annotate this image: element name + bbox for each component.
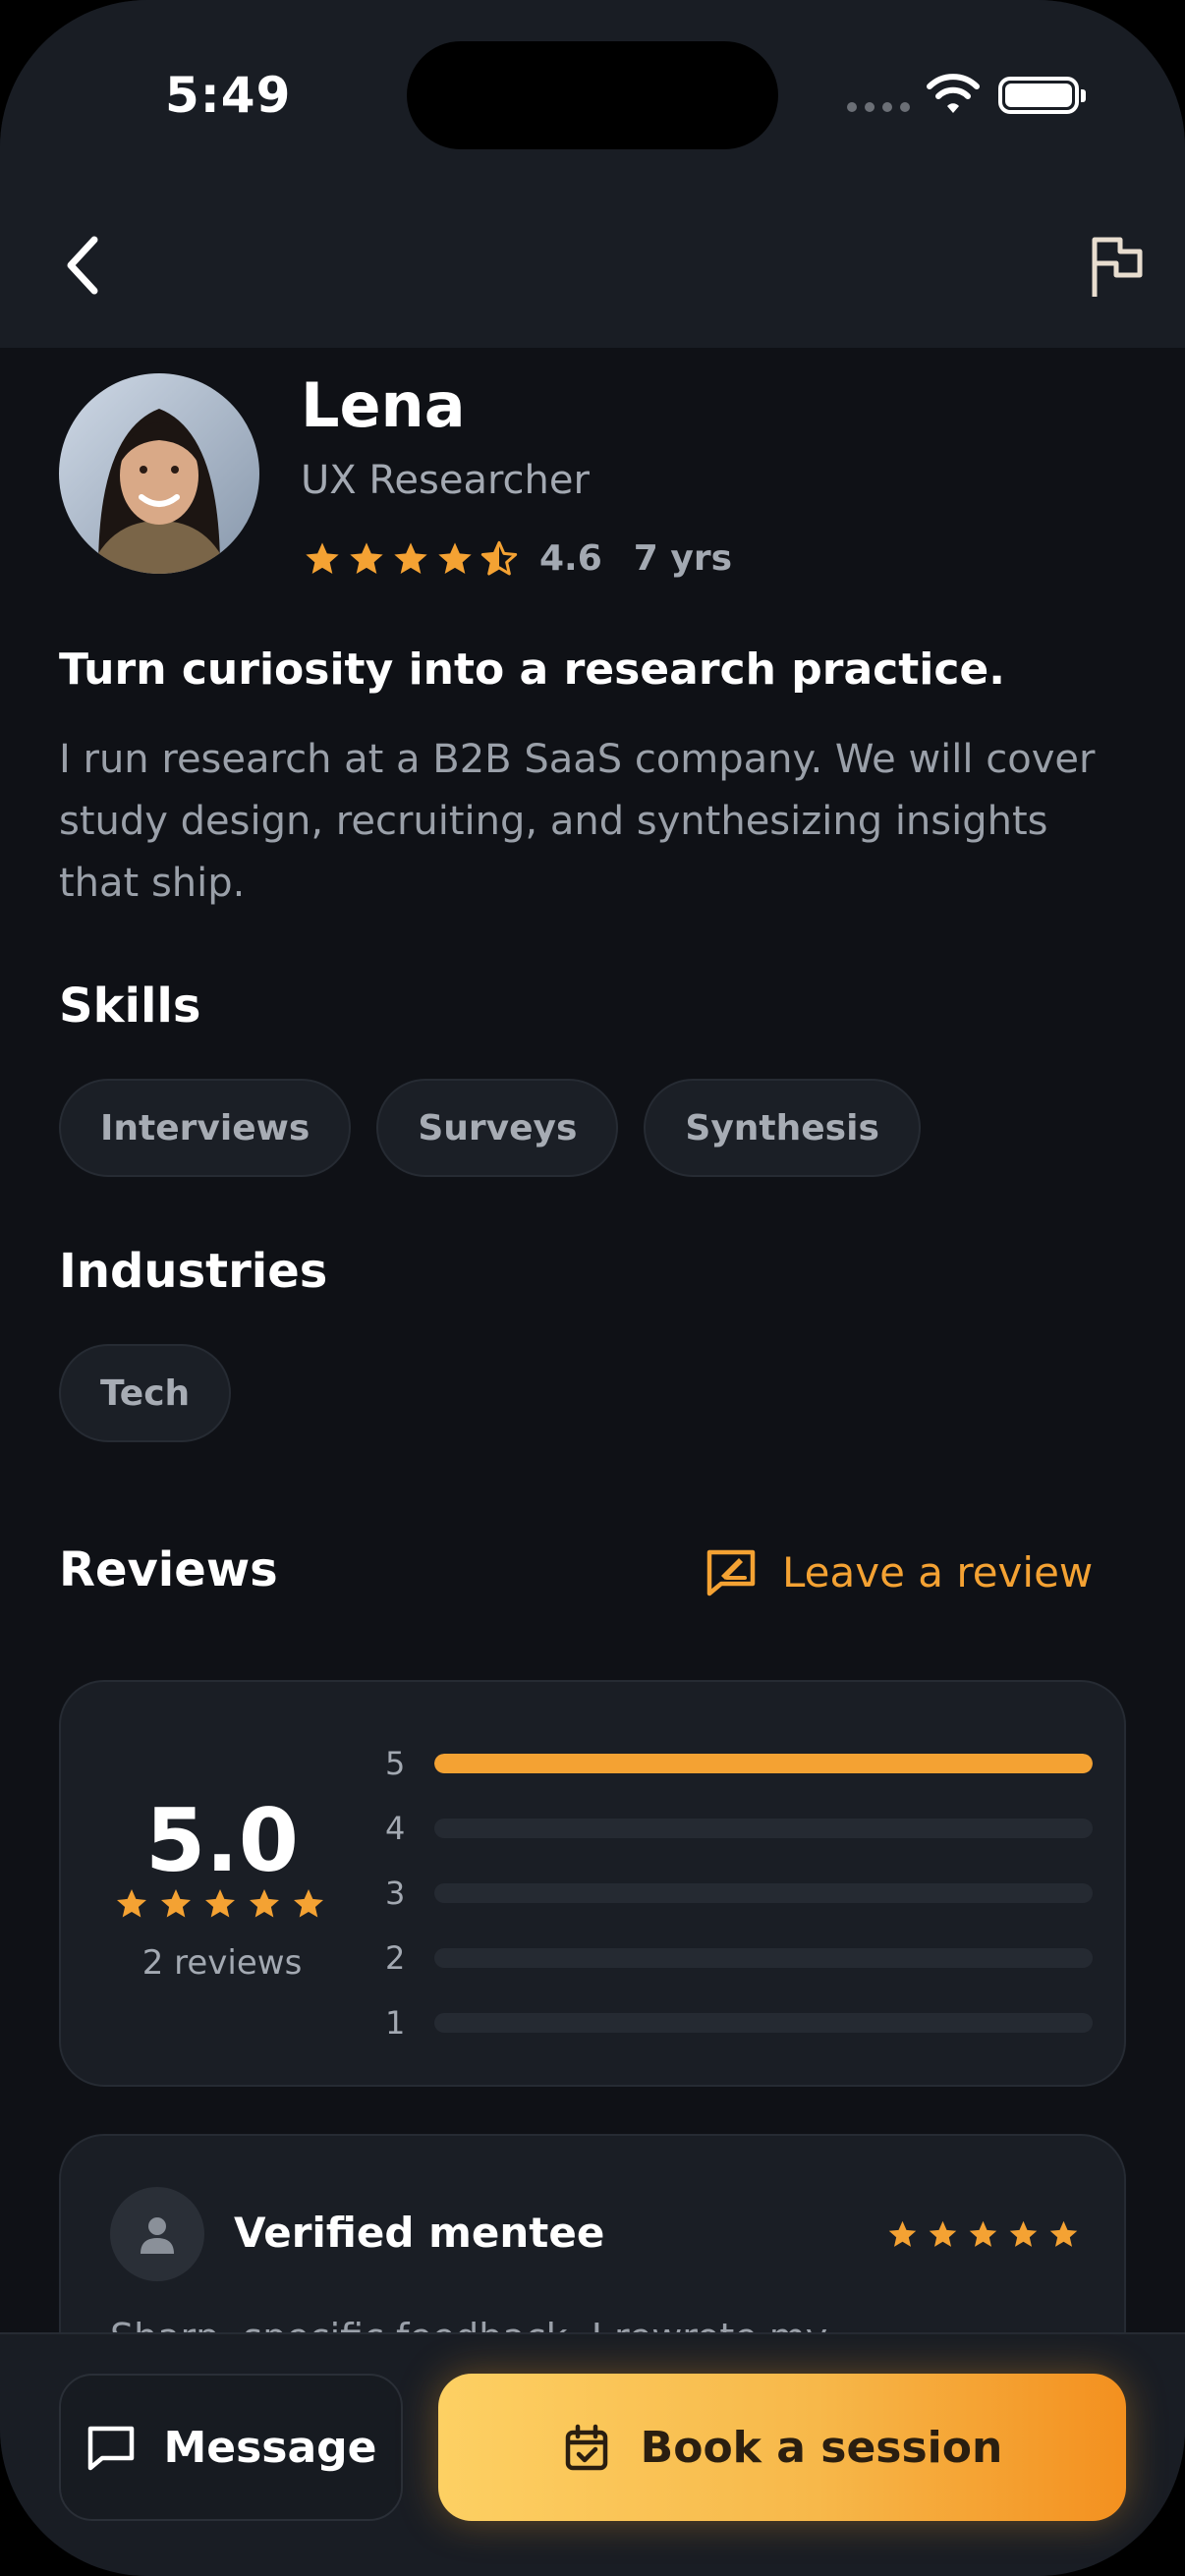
rating-bar-label: 4: [385, 1810, 406, 1847]
profile-bio: I run research at a B2B SaaS company. We…: [59, 737, 1096, 906]
rating-bar-label: 5: [385, 1745, 406, 1782]
review-count: 2 reviews: [141, 1943, 303, 1983]
star-icon: [888, 2220, 917, 2247]
cellular-signal-icon: [847, 102, 910, 112]
skills-chips: Interviews Surveys Synthesis: [59, 1079, 921, 1177]
rating-bar-label: 2: [385, 1939, 406, 1977]
mentor-role: UX Researcher: [301, 458, 590, 503]
star-icon: [969, 2220, 997, 2247]
chevron-left-icon[interactable]: [55, 226, 114, 305]
star-icon: [929, 2220, 957, 2247]
average-stars: [114, 1886, 326, 1922]
top-nav: [0, 187, 1185, 348]
status-bar: 5:49: [0, 0, 1185, 187]
star-icon: [117, 1889, 146, 1918]
user-icon: [141, 2217, 174, 2254]
rating-bar-track: [434, 1819, 1093, 1838]
skills-title: Skills: [59, 979, 201, 1034]
experience-years: 7 yrs: [633, 538, 733, 579]
star-icon: [250, 1889, 279, 1918]
industry-chip: Tech: [59, 1344, 232, 1442]
chat-bubble-icon: [88, 2426, 135, 2471]
rating-bar-track: [434, 2013, 1093, 2033]
rating-bar-track: [434, 1883, 1093, 1903]
battery-icon: [998, 77, 1086, 114]
reviewer-avatar: [110, 2187, 204, 2281]
skill-chip: Surveys: [376, 1079, 619, 1177]
star-icon: [205, 1889, 235, 1918]
profile-headline: Turn curiosity into a research practice.: [59, 644, 1005, 695]
rating-distribution: 5 4 3 2 1: [385, 1731, 1093, 2055]
skill-chip: Synthesis: [644, 1079, 921, 1177]
rating-bar-row: 3: [385, 1861, 1093, 1926]
rating-row: 4.6 7 yrs: [303, 538, 732, 579]
review-stars: [886, 2218, 1080, 2251]
average-rating: 5.0: [145, 1790, 299, 1891]
rating-bar-row: 5: [385, 1731, 1093, 1796]
rating-bar-fill: [434, 1754, 1093, 1773]
message-button-label: Message: [163, 2422, 377, 2473]
status-time: 5:49: [165, 67, 292, 124]
star-icon: [350, 541, 383, 574]
wifi-icon: [927, 74, 980, 113]
star-icon: [438, 541, 472, 574]
skill-chip: Interviews: [59, 1079, 352, 1177]
flag-icon[interactable]: [1081, 232, 1152, 303]
rating-bar-track: [434, 1948, 1093, 1968]
reviews-title: Reviews: [59, 1542, 278, 1597]
rating-bar-label: 1: [385, 2004, 406, 2042]
bottom-action-bar: Message Book a session: [0, 2332, 1185, 2576]
star-icon: [294, 1889, 323, 1918]
leave-review-label: Leave a review: [782, 1547, 1094, 1596]
industries-chips: Tech: [59, 1344, 232, 1442]
industries-title: Industries: [59, 1244, 328, 1299]
star-icon: [306, 541, 339, 574]
rating-bar-track: [434, 1754, 1093, 1773]
star-icon: [1049, 2220, 1078, 2247]
leave-review-button[interactable]: Leave a review: [704, 1544, 1093, 1599]
rating-value: 4.6: [539, 538, 602, 579]
star-half-icon: [480, 540, 518, 575]
phone-screen: 5:49 Lena UX Researcher 4.6 7 yrs Turn c…: [0, 0, 1185, 2576]
star-icon: [394, 541, 427, 574]
star-icon: [1009, 2220, 1038, 2247]
mentor-name: Lena: [301, 369, 466, 441]
rating-bar-label: 3: [385, 1875, 406, 1912]
calendar-check-icon: [565, 2424, 607, 2471]
dynamic-island: [407, 41, 778, 149]
star-icon: [161, 1889, 191, 1918]
message-button[interactable]: Message: [59, 2374, 403, 2521]
reviewer-name: Verified mentee: [234, 2209, 605, 2257]
rating-summary-card: 5.0 2 reviews 5 4 3 2 1: [59, 1680, 1126, 2087]
rating-bar-row: 2: [385, 1926, 1093, 1990]
write-review-icon: [706, 1549, 756, 1596]
book-session-label: Book a session: [640, 2422, 1003, 2473]
book-session-button[interactable]: Book a session: [438, 2374, 1126, 2521]
rating-bar-row: 4: [385, 1796, 1093, 1861]
avatar: [59, 373, 259, 574]
rating-bar-row: 1: [385, 1990, 1093, 2055]
